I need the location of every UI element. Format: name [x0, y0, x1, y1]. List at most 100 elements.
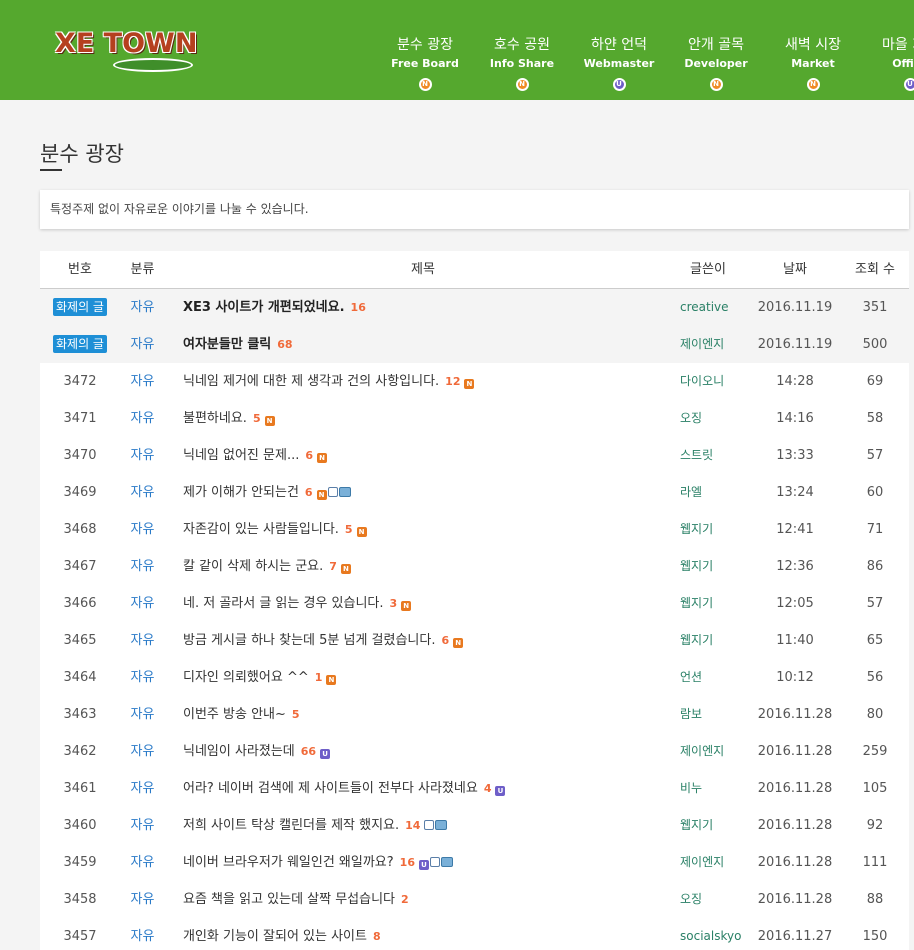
- new-icon: N: [316, 490, 327, 500]
- category-link[interactable]: 자유: [120, 400, 165, 437]
- nav-item-6[interactable]: 마을 회관 Office U: [865, 36, 914, 91]
- header-views: 조회 수: [854, 262, 895, 277]
- category-link[interactable]: 자유: [120, 770, 165, 807]
- table-row: 3459 자유 네이버 브라우저가 웨일인건 왜일까요? 16 U 제이엔지 2016.11…: [40, 844, 909, 881]
- post-title-link[interactable]: 방금 게시글 하나 찾는데 5분 넘게 걸렸습니다.: [183, 633, 435, 648]
- nav-item-5[interactable]: 새벽 시장 Market N: [768, 36, 858, 91]
- post-title-link[interactable]: 칼 같이 삭제 하시는 군요.: [183, 559, 323, 574]
- category-link[interactable]: 자유: [120, 807, 165, 844]
- header-author: 글쓴이: [690, 262, 726, 277]
- view-count: 500: [862, 337, 888, 352]
- new-icon: N: [340, 564, 351, 574]
- comment-count[interactable]: 16: [400, 856, 415, 869]
- table-header: 번호 분류 제목 글쓴이 날짜 조회 수: [40, 251, 909, 289]
- post-title-link[interactable]: 요즘 책을 읽고 있는데 살짝 무섭습니다: [183, 892, 395, 907]
- post-title-link[interactable]: 닉네임 제거에 대한 제 생각과 건의 사항입니다.: [183, 374, 439, 389]
- post-title-cell: 여자분들만 클릭 68: [183, 326, 673, 363]
- post-date: 11:40: [776, 633, 814, 648]
- category-link[interactable]: 자유: [120, 437, 165, 474]
- new-icon: N: [515, 78, 529, 91]
- row-number: 3461: [63, 781, 97, 796]
- category-link[interactable]: 자유: [120, 289, 165, 326]
- comment-count[interactable]: 6: [305, 449, 313, 462]
- nav-item-4[interactable]: 안개 골목 Developer N: [671, 36, 761, 91]
- comment-count[interactable]: 68: [277, 338, 292, 351]
- row-number: 3465: [63, 633, 97, 648]
- post-title-cell: 디자인 의뢰했어요 ^^ 1 N: [183, 659, 673, 696]
- nav-item-2[interactable]: 호수 공원 Info Share N: [477, 36, 567, 91]
- view-count: 57: [866, 448, 884, 463]
- comment-count[interactable]: 5: [253, 412, 261, 425]
- post-title-link[interactable]: XE3 사이트가 개편되었네요.: [183, 300, 345, 315]
- post-title-link[interactable]: 저희 사이트 탁상 캘린더를 제작 했지요.: [183, 818, 399, 833]
- comment-count[interactable]: 2: [401, 893, 409, 906]
- category-link[interactable]: 자유: [120, 326, 165, 363]
- post-title-link[interactable]: 개인화 기능이 잘되어 있는 사이트: [183, 929, 367, 944]
- post-title-link[interactable]: 자존감이 있는 사람들입니다.: [183, 522, 339, 537]
- category-link[interactable]: 자유: [120, 844, 165, 881]
- nav-item-label: 새벽 시장: [785, 37, 841, 53]
- post-title-link[interactable]: 네. 저 골라서 글 읽는 경우 있습니다.: [183, 596, 384, 611]
- post-title-cell: 어라? 네이버 검색에 제 사이트들이 전부다 사라졌네요 4 U: [183, 770, 673, 807]
- header-no: 번호: [68, 262, 92, 277]
- category-link[interactable]: 자유: [120, 918, 165, 950]
- nav-item-sublabel: Free Board: [391, 57, 459, 70]
- comment-count[interactable]: 7: [329, 560, 337, 573]
- row-number: 3457: [63, 929, 97, 944]
- category-link[interactable]: 자유: [120, 659, 165, 696]
- comment-count[interactable]: 16: [351, 301, 366, 314]
- post-title-cell: 이번주 방송 안내~ 5: [183, 696, 673, 733]
- post-title-link[interactable]: 디자인 의뢰했어요 ^^: [183, 670, 309, 685]
- post-title-cell: 네이버 브라우저가 웨일인건 왜일까요? 16 U: [183, 844, 673, 881]
- header-category: 분류: [130, 262, 155, 277]
- post-title-link[interactable]: 닉네임 없어진 문제...: [183, 448, 299, 463]
- nav-item-label: 마을 회관: [882, 37, 914, 53]
- comment-count[interactable]: 14: [405, 819, 420, 832]
- category-link[interactable]: 자유: [120, 474, 165, 511]
- comment-count[interactable]: 8: [373, 930, 381, 943]
- comment-count[interactable]: 1: [315, 671, 323, 684]
- comment-count[interactable]: 66: [301, 745, 316, 758]
- post-title-cell: 요즘 책을 읽고 있는데 살짝 무섭습니다 2: [183, 881, 673, 918]
- category-link[interactable]: 자유: [120, 733, 165, 770]
- nav-item-3[interactable]: 하얀 언덕 Webmaster U: [574, 36, 664, 91]
- category-link[interactable]: 자유: [120, 696, 165, 733]
- post-title-link[interactable]: 네이버 브라우저가 웨일인건 왜일까요?: [183, 855, 394, 870]
- post-title-link[interactable]: 제가 이해가 안되는건: [183, 485, 299, 500]
- post-date: 12:36: [776, 559, 814, 574]
- comment-count[interactable]: 5: [292, 708, 300, 721]
- post-title-link[interactable]: 닉네임이 사라졌는데: [183, 744, 295, 759]
- row-number-cell: 화제의 글: [40, 326, 120, 363]
- post-date: 2016.11.19: [757, 300, 833, 315]
- post-title-link[interactable]: 어라? 네이버 검색에 제 사이트들이 전부다 사라졌네요: [183, 781, 478, 796]
- view-count: 351: [862, 300, 888, 315]
- comment-count[interactable]: 4: [484, 782, 492, 795]
- category-link[interactable]: 자유: [120, 511, 165, 548]
- post-title-link[interactable]: 불편하네요.: [183, 411, 247, 426]
- row-number: 3459: [63, 855, 97, 870]
- site-logo[interactable]: XE TOWN: [55, 28, 198, 72]
- comment-count[interactable]: 12: [445, 375, 460, 388]
- post-title-link[interactable]: 여자분들만 클릭: [183, 337, 271, 352]
- category-link[interactable]: 자유: [120, 585, 165, 622]
- category-link[interactable]: 자유: [120, 548, 165, 585]
- category-link[interactable]: 자유: [120, 881, 165, 918]
- post-title-cell: 닉네임이 사라졌는데 66 U: [183, 733, 673, 770]
- row-number-cell: 화제의 글: [40, 289, 120, 326]
- table-row: 3467 자유 칼 같이 삭제 하시는 군요. 7 N 웹지기 12:36 86: [40, 548, 909, 585]
- board-description: 특정주제 없이 자유로운 이야기를 나눌 수 있습니다.: [40, 190, 909, 229]
- category-link[interactable]: 자유: [120, 363, 165, 400]
- post-title-link[interactable]: 이번주 방송 안내~: [183, 707, 286, 722]
- comment-count[interactable]: 6: [441, 634, 449, 647]
- comment-count[interactable]: 3: [390, 597, 398, 610]
- nav-item-1[interactable]: 분수 광장 Free Board N: [380, 36, 470, 91]
- post-date: 13:24: [776, 485, 814, 500]
- post-date: 2016.11.28: [757, 781, 833, 796]
- comment-count[interactable]: 5: [345, 523, 353, 536]
- comment-count[interactable]: 6: [305, 486, 313, 499]
- update-icon: U: [320, 749, 331, 759]
- new-icon: N: [326, 675, 337, 685]
- table-body: 화제의 글 자유 XE3 사이트가 개편되었네요. 16 creative 2016.11…: [40, 289, 909, 950]
- category-link[interactable]: 자유: [120, 622, 165, 659]
- logo-text: XE TOWN: [55, 28, 198, 59]
